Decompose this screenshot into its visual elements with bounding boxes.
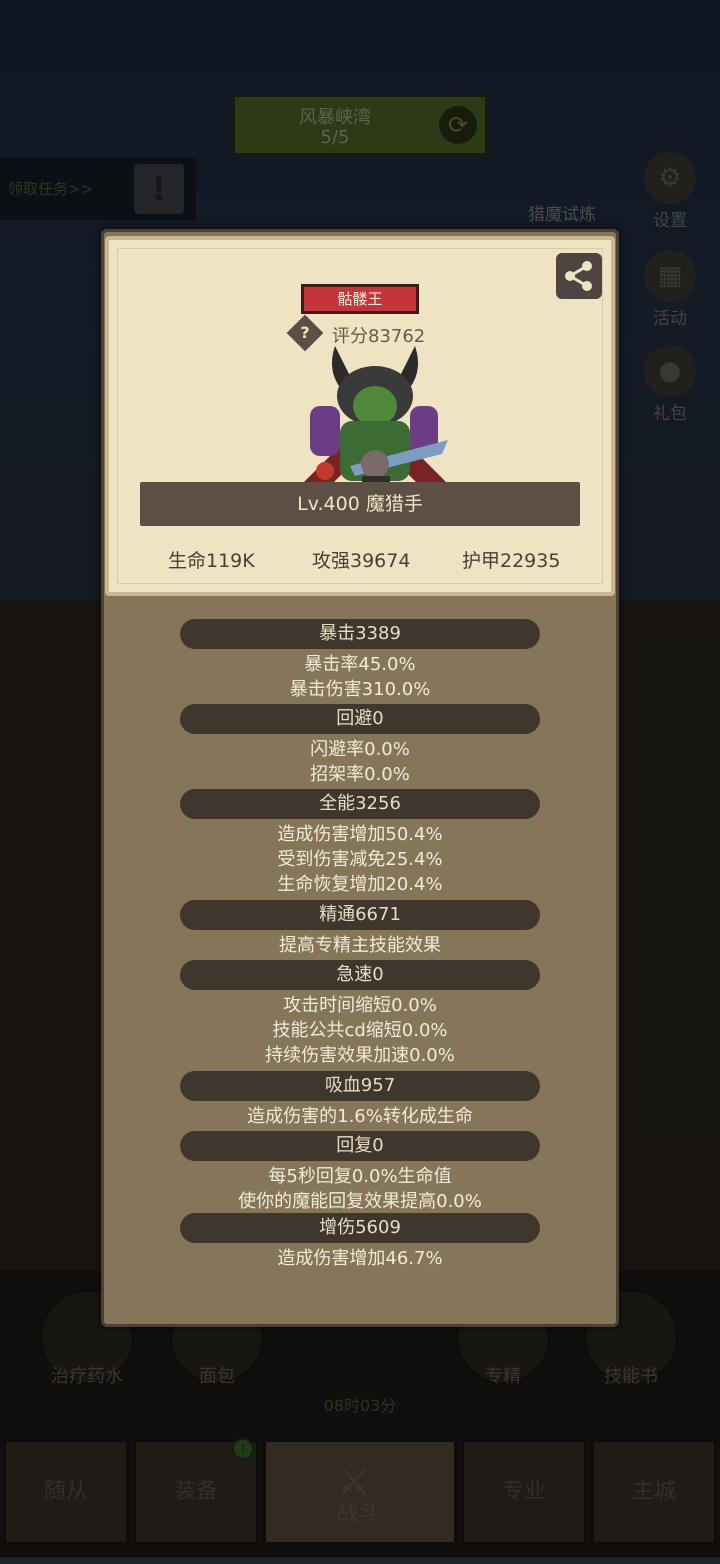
stat-line: 暴击率45.0%: [304, 654, 416, 675]
share-button[interactable]: [556, 253, 602, 299]
stat-line: 招架率0.0%: [310, 764, 410, 785]
stat-line: 造成伤害的1.6%转化成生命: [247, 1106, 473, 1127]
stat-line: 造成伤害增加50.4%: [277, 824, 443, 845]
hero-name-tag: 骷髅王: [301, 284, 419, 314]
stat-line: 技能公共cd缩短0.0%: [272, 1020, 448, 1041]
stat-section-title: 回复0: [180, 1131, 540, 1161]
hero-level-banner: Lv.400 魔猎手: [140, 482, 580, 526]
hero-hp: 生命119K: [168, 550, 255, 572]
stat-line: 攻击时间缩短0.0%: [283, 995, 437, 1016]
stat-line: 暴击伤害310.0%: [289, 679, 431, 700]
stat-line: 受到伤害减免25.4%: [277, 849, 443, 870]
stat-line: 提高专精主技能效果: [279, 935, 441, 956]
stat-section-title: 急速0: [180, 960, 540, 990]
stat-section-title: 回避0: [180, 704, 540, 734]
stat-line: 生命恢复增加20.4%: [277, 874, 443, 895]
stat-section-title: 暴击3389: [180, 619, 540, 649]
hero-attack: 攻强39674: [312, 550, 411, 572]
stat-section-title: 吸血957: [180, 1071, 540, 1101]
stat-section-title: 全能3256: [180, 789, 540, 819]
stat-section-title: 增伤5609: [180, 1213, 540, 1243]
stat-line: 每5秒回复0.0%生命值: [268, 1166, 452, 1187]
share-icon: [565, 261, 592, 291]
stat-line: 闪避率0.0%: [310, 739, 410, 760]
stat-section-title: 精通6671: [180, 900, 540, 930]
stat-line: 使你的魔能回复效果提高0.0%: [238, 1191, 482, 1212]
stat-line: 造成伤害增加46.7%: [277, 1248, 443, 1269]
hero-armor: 护甲22935: [462, 550, 561, 572]
stat-line: 持续伤害效果加速0.0%: [265, 1045, 455, 1066]
